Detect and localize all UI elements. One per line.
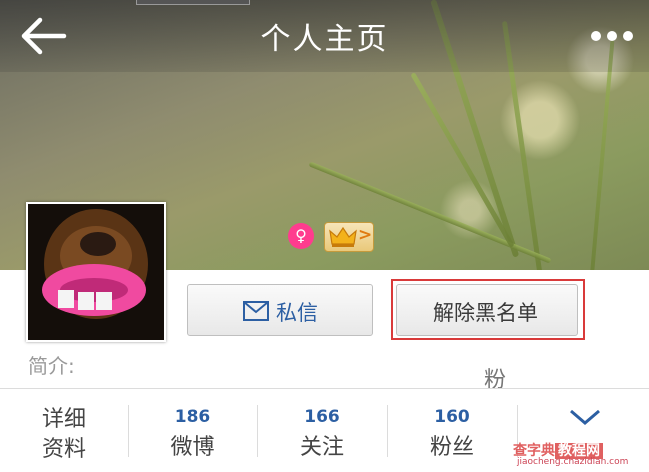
chevron-down-icon [570, 409, 600, 425]
followers-label: 粉丝 [429, 435, 474, 460]
detail-info-tab[interactable]: 详细 资料 [0, 389, 128, 472]
crown-icon [329, 226, 357, 247]
bio-label: 简介: [28, 354, 75, 378]
more-button[interactable] [589, 22, 635, 50]
avatar[interactable] [26, 202, 166, 342]
stat-following[interactable]: 166 关注 [257, 389, 387, 472]
private-message-label: 私信 [276, 301, 318, 325]
more-dots-icon [591, 31, 633, 41]
female-icon: ♀ [288, 223, 314, 249]
following-count: 166 [304, 407, 340, 427]
navigation-bar: 个人主页 [0, 0, 649, 72]
status-indicator [136, 0, 250, 5]
detail-line2: 资料 [41, 437, 86, 462]
private-message-button[interactable]: 私信 [187, 284, 373, 336]
stat-weibo[interactable]: 186 微博 [128, 389, 257, 472]
watermark: 查字典 教程网 jiaocheng.chazidian.com [505, 440, 649, 471]
weibo-count: 186 [174, 407, 211, 427]
envelope-icon [243, 301, 269, 321]
followers-count: 160 [434, 407, 470, 427]
chevron-right-icon: > [358, 225, 373, 245]
vip-badge[interactable]: > [324, 222, 374, 252]
page-title: 个人主页 [260, 22, 389, 57]
grass-decoration [589, 40, 615, 270]
dog-avatar-image [28, 204, 164, 340]
watermark-url: jiaocheng.chazidian.com [517, 457, 629, 467]
highlight-outline [391, 279, 585, 340]
weibo-label: 微博 [170, 435, 215, 460]
detail-line1: 详细 [41, 407, 86, 432]
stat-followers[interactable]: 160 粉丝 [387, 389, 517, 472]
following-label: 关注 [299, 435, 344, 460]
